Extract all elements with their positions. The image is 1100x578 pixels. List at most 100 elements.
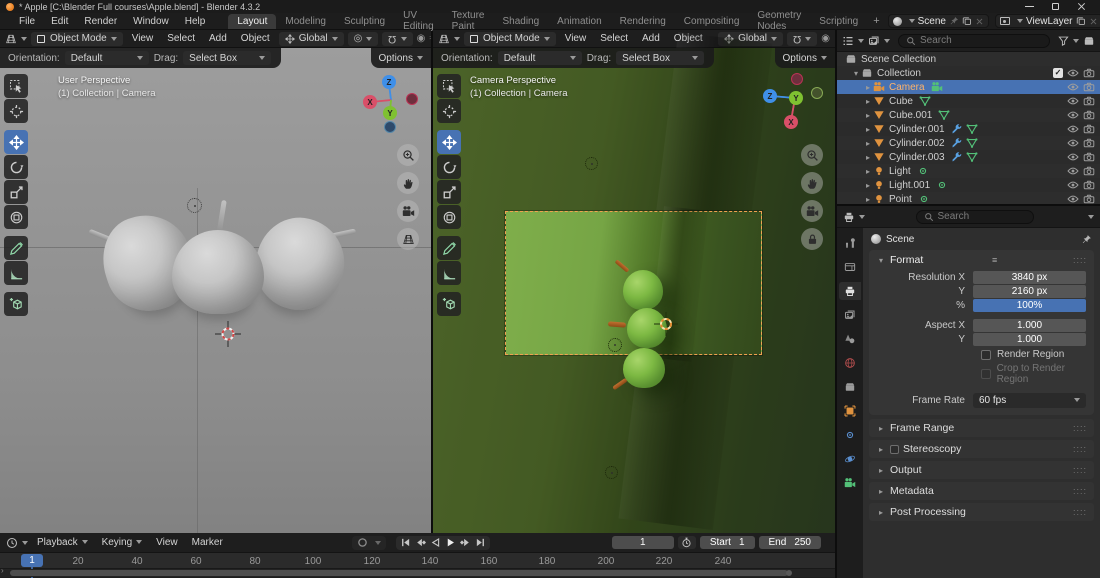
resolution-percent-slider[interactable]: 100% [973, 299, 1086, 312]
modifier-wrench-icon[interactable] [951, 151, 963, 163]
outliner-row-scene-collection[interactable]: Scene Collection [837, 52, 1100, 66]
expand-icon[interactable]: ▸ [863, 167, 873, 176]
tab-physics[interactable] [839, 450, 861, 468]
rotate-tool[interactable] [4, 155, 28, 179]
expand-icon[interactable]: ▸ [863, 195, 873, 204]
hide-eye-icon[interactable] [1067, 179, 1079, 191]
outliner-row-collection[interactable]: ▾ Collection ✓ [837, 66, 1100, 80]
outliner-row-light-001[interactable]: ▸ Light.001 [837, 178, 1100, 192]
camera-lock-icon[interactable] [801, 228, 823, 250]
hide-eye-icon[interactable] [1067, 123, 1079, 135]
mesh-data-icon[interactable] [966, 137, 978, 149]
editor-type-icon[interactable] [843, 211, 865, 223]
expand-icon[interactable]: ▸ [863, 181, 873, 190]
pin-scene-icon[interactable] [949, 16, 959, 26]
expand-icon[interactable]: ▸ [863, 153, 873, 162]
tab-layout[interactable]: Layout [228, 13, 277, 29]
tab-compositing[interactable]: Compositing [675, 14, 749, 29]
measure-tool[interactable] [437, 261, 461, 285]
menu-help[interactable]: Help [178, 14, 213, 29]
modifier-wrench-icon[interactable] [951, 123, 963, 135]
tab-object-data[interactable] [839, 474, 861, 492]
breadcrumb-scene[interactable]: Scene [886, 234, 914, 245]
copy-scene-icon[interactable] [962, 16, 972, 26]
render-visibility-icon[interactable] [1083, 137, 1095, 149]
close-button[interactable] [1077, 2, 1086, 11]
camera-view-icon[interactable] [801, 200, 823, 222]
end-frame-field[interactable]: End 250 [758, 536, 821, 549]
expand-icon[interactable]: ▸ [863, 139, 873, 148]
green-apple-top[interactable] [623, 270, 663, 310]
editor-type-icon[interactable] [6, 537, 28, 549]
hide-eye-icon[interactable] [1067, 81, 1079, 93]
expand-icon[interactable]: ▸ [863, 125, 873, 134]
render-visibility-icon[interactable] [1083, 193, 1095, 204]
cursor-tool[interactable] [437, 99, 461, 123]
mode-dropdown[interactable]: Object Mode [464, 31, 556, 46]
expand-icon[interactable]: ▸ [863, 83, 873, 92]
menu-playback[interactable]: Playback [32, 535, 93, 550]
timeline-ruler[interactable]: 1 20 40 60 80 100 120 140 160 180 200 22… [0, 553, 835, 578]
tab-shading[interactable]: Shading [493, 14, 548, 29]
rotate-tool[interactable] [437, 155, 461, 179]
hide-eye-icon[interactable] [1067, 109, 1079, 121]
menu-file[interactable]: File [12, 14, 42, 29]
annotate-tool[interactable] [4, 236, 28, 260]
menu-add[interactable]: Add [204, 31, 232, 46]
outliner-row-camera[interactable]: ▸ Camera [837, 80, 1100, 94]
hide-eye-icon[interactable] [1067, 193, 1079, 204]
collection-checkbox[interactable]: ✓ [1053, 68, 1063, 78]
jump-to-start-button[interactable] [399, 537, 412, 549]
menu-view[interactable]: View [127, 31, 159, 46]
green-apple-bottom[interactable] [623, 348, 665, 388]
outliner-row-cube-001[interactable]: ▸ Cube.001 [837, 108, 1100, 122]
menu-view[interactable]: View [151, 535, 183, 550]
snapping-toggle[interactable]: Ω [382, 31, 413, 46]
outliner-row-cube[interactable]: ▸ Cube [837, 94, 1100, 108]
scale-tool[interactable] [4, 180, 28, 204]
outliner-search-input[interactable]: Search [898, 33, 1050, 48]
current-frame-badge[interactable]: 1 [21, 554, 43, 567]
render-visibility-icon[interactable] [1083, 179, 1095, 191]
tab-world[interactable] [839, 354, 861, 372]
hide-eye-icon[interactable] [1067, 95, 1079, 107]
drag-grip-icon[interactable]: :::: [1073, 465, 1087, 475]
navigation-gizmo[interactable]: Z Y X [759, 72, 825, 134]
scrollbar-thumb[interactable] [10, 570, 788, 576]
menu-select[interactable]: Select [162, 31, 200, 46]
section-stereoscopy[interactable]: ▸ Stereoscopy:::: [869, 440, 1094, 458]
annotate-tool[interactable] [437, 236, 461, 260]
render-visibility-icon[interactable] [1083, 109, 1095, 121]
drag-grip-icon[interactable]: :::: [1073, 486, 1087, 496]
cursor-tool[interactable] [4, 99, 28, 123]
empty-marker[interactable] [585, 157, 598, 170]
jump-to-end-button[interactable] [474, 537, 487, 549]
expand-icon[interactable]: ▸ [876, 487, 886, 496]
outliner-row-cylinder-003[interactable]: ▸ Cylinder.003 [837, 150, 1100, 164]
expand-icon[interactable]: ▸ [863, 97, 873, 106]
aspect-x-field[interactable]: 1.000 [973, 319, 1086, 332]
section-output[interactable]: ▸ Output:::: [869, 461, 1094, 479]
tab-object[interactable] [839, 402, 861, 420]
editor-type-icon[interactable] [5, 33, 27, 45]
add-workspace-button[interactable]: + [867, 15, 885, 27]
next-keyframe-button[interactable] [459, 537, 472, 549]
add-cube-tool[interactable] [4, 292, 28, 316]
scale-tool[interactable] [437, 180, 461, 204]
hide-eye-icon[interactable] [1067, 151, 1079, 163]
camera-view-icon[interactable] [397, 200, 419, 222]
editor-type-icon[interactable] [438, 33, 460, 45]
move-tool[interactable] [4, 130, 28, 154]
render-region-checkbox[interactable] [981, 349, 991, 360]
previous-keyframe-button[interactable] [414, 537, 427, 549]
perspective-toggle-icon[interactable] [397, 228, 419, 250]
light-data-icon[interactable] [917, 165, 929, 177]
new-collection-icon[interactable] [1083, 35, 1095, 47]
options-chevron-icon[interactable] [1088, 214, 1094, 219]
tab-animation[interactable]: Animation [548, 14, 610, 29]
pivot-point-dropdown[interactable]: ◎ [347, 31, 379, 46]
collapse-icon[interactable]: ▾ [851, 69, 861, 78]
pan-hand-icon[interactable] [801, 172, 823, 194]
play-button[interactable] [444, 537, 457, 549]
transform-tool[interactable] [4, 205, 28, 229]
